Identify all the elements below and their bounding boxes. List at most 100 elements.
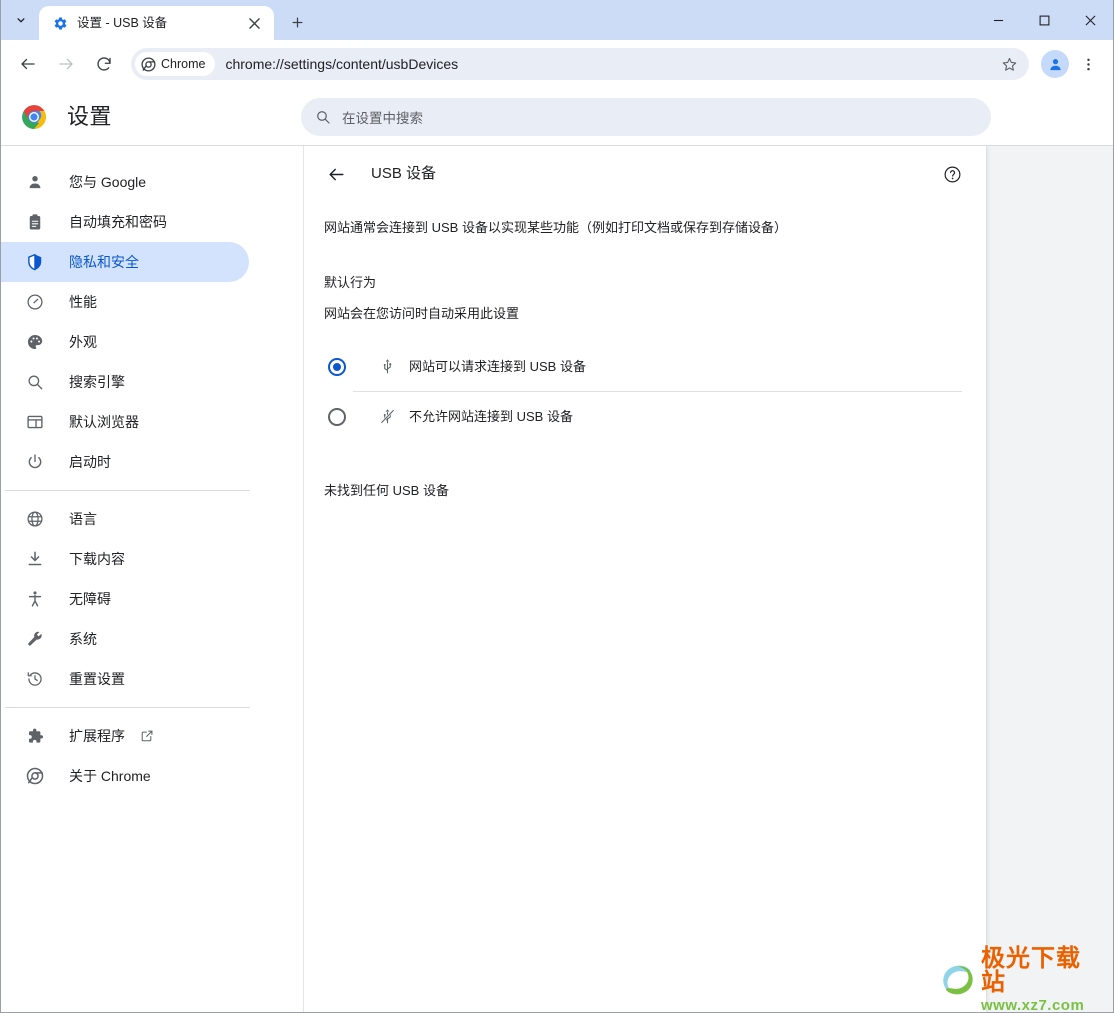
sidebar-item-performance[interactable]: 性能 xyxy=(1,282,249,322)
reload-icon xyxy=(97,57,111,71)
palette-icon xyxy=(25,332,45,352)
search-icon xyxy=(317,111,330,124)
sidebar-item-languages[interactable]: 语言 xyxy=(1,499,249,539)
sidebar-item-label: 扩展程序 xyxy=(69,728,125,744)
clipboard-icon xyxy=(25,212,45,232)
three-dot-menu-icon xyxy=(1086,58,1090,70)
sidebar-item-label: 重置设置 xyxy=(69,671,125,687)
sidebar-item-label: 默认浏览器 xyxy=(69,414,139,430)
globe-icon xyxy=(25,509,45,529)
sidebar-item-label: 搜索引擎 xyxy=(69,374,125,390)
sidebar-item-about-chrome[interactable]: 关于 Chrome xyxy=(1,756,249,796)
default-behavior-radio-group: 网站可以请求连接到 USB 设备 不允许网站连接到 USB 设备 xyxy=(304,342,986,441)
address-bar-url: chrome://settings/content/usbDevices xyxy=(225,56,459,72)
sidebar-item-you-and-google[interactable]: 您与 Google xyxy=(1,162,249,202)
chrome-logo-icon xyxy=(21,104,47,130)
arrow-right-icon xyxy=(59,58,73,70)
default-behavior-title: 默认行为 xyxy=(324,275,377,290)
sidebar-item-label: 下载内容 xyxy=(69,551,125,567)
sidebar-item-accessibility[interactable]: 无障碍 xyxy=(1,579,249,619)
sidebar-item-label: 启动时 xyxy=(69,454,111,470)
maximize-icon xyxy=(1039,15,1049,25)
history-restore-icon xyxy=(25,669,45,689)
window-maximize-button[interactable] xyxy=(1021,0,1067,40)
sidebar-item-privacy-and-security[interactable]: 隐私和安全 xyxy=(1,242,249,282)
sidebar-divider xyxy=(5,490,250,491)
power-icon xyxy=(25,452,45,472)
sidebar-item-label: 隐私和安全 xyxy=(69,254,139,270)
chrome-logo-icon xyxy=(141,56,156,72)
subpage-header: USB 设备 xyxy=(304,146,986,202)
sidebar-item-label: 外观 xyxy=(69,334,97,350)
download-icon xyxy=(25,549,45,569)
usb-description-text: 网站通常会连接到 USB 设备以实现某些功能（例如打印文档或保存到存储设备） xyxy=(324,220,787,235)
page-title: 设置 xyxy=(67,104,112,129)
back-button[interactable] xyxy=(12,48,44,80)
sidebar-item-search-engine[interactable]: 搜索引擎 xyxy=(1,362,249,402)
plus-icon xyxy=(292,17,302,27)
sidebar-item-autofill[interactable]: 自动填充和密码 xyxy=(1,202,249,242)
arrow-left-icon xyxy=(328,168,344,180)
usb-empty-state-text: 未找到任何 USB 设备 xyxy=(324,483,449,498)
tab-close-button[interactable] xyxy=(244,13,264,33)
chevron-down-icon xyxy=(17,18,25,23)
sidebar-item-label: 系统 xyxy=(69,631,97,647)
chrome-origin-chip: Chrome xyxy=(135,52,216,76)
radio-option-block-connect[interactable]: 不允许网站连接到 USB 设备 xyxy=(304,392,986,441)
sidebar-item-appearance[interactable]: 外观 xyxy=(1,322,249,362)
settings-header: 设置 在设置中搜索 xyxy=(1,89,1113,145)
radio-option-ask-to-connect[interactable]: 网站可以请求连接到 USB 设备 xyxy=(304,342,986,391)
search-icon xyxy=(25,372,45,392)
usb-off-icon xyxy=(377,407,397,427)
window-minimize-button[interactable] xyxy=(975,0,1021,40)
sidebar-item-system[interactable]: 系统 xyxy=(1,619,249,659)
address-bar[interactable]: Chrome chrome://settings/content/usbDevi… xyxy=(131,48,1029,80)
radio-option-label: 不允许网站连接到 USB 设备 xyxy=(409,408,573,424)
sidebar-item-downloads[interactable]: 下载内容 xyxy=(1,539,249,579)
sidebar-item-label: 您与 Google xyxy=(69,174,147,190)
close-icon xyxy=(1085,15,1095,25)
browser-toolbar: Chrome chrome://settings/content/usbDevi… xyxy=(1,40,1113,88)
person-icon xyxy=(1049,58,1061,70)
sidebar-item-reset-settings[interactable]: 重置设置 xyxy=(1,659,249,699)
puzzle-icon xyxy=(25,726,45,746)
subpage-back-button[interactable] xyxy=(320,158,352,190)
sidebar-item-default-browser[interactable]: 默认浏览器 xyxy=(1,402,249,442)
wrench-icon xyxy=(25,629,45,649)
radio-indicator xyxy=(328,357,346,376)
sidebar-item-on-startup[interactable]: 启动时 xyxy=(1,442,249,482)
bookmark-star-icon[interactable] xyxy=(995,50,1023,78)
content-scroll-area: USB 设备 网站通常会连接到 USB 设备以实现某些功能（例如打印文档或保存到… xyxy=(304,146,1113,1012)
open-in-new-icon xyxy=(139,728,155,744)
settings-search-input[interactable]: 在设置中搜索 xyxy=(301,98,991,136)
sidebar-item-label: 关于 Chrome xyxy=(69,768,151,784)
chrome-logo-icon xyxy=(25,766,45,786)
subpage-title: USB 设备 xyxy=(371,165,437,182)
speedometer-icon xyxy=(25,292,45,312)
person-icon xyxy=(25,172,45,192)
usb-devices-settings-card: USB 设备 网站通常会连接到 USB 设备以实现某些功能（例如打印文档或保存到… xyxy=(304,146,986,1012)
browser-menu-button[interactable] xyxy=(1073,49,1103,79)
window-controls xyxy=(975,0,1113,40)
forward-button[interactable] xyxy=(50,48,82,80)
settings-body: 您与 Google 自动填充和密码 隐私和安全 性能 外观 搜索引擎 默认浏览器… xyxy=(1,145,1113,1012)
radio-dot xyxy=(333,362,341,371)
usb-icon xyxy=(377,357,397,377)
sidebar-item-extensions[interactable]: 扩展程序 xyxy=(1,716,249,756)
tab-title: 设置 - USB 设备 xyxy=(77,16,168,30)
chrome-chip-label: Chrome xyxy=(161,57,206,71)
arrow-left-icon xyxy=(21,58,35,70)
tab-search-button[interactable] xyxy=(7,6,35,34)
sidebar-divider xyxy=(5,707,250,708)
help-circle-icon[interactable] xyxy=(938,160,966,188)
new-tab-button[interactable] xyxy=(283,8,311,36)
sidebar-item-label: 无障碍 xyxy=(69,591,111,607)
settings-search-placeholder: 在设置中搜索 xyxy=(342,111,423,126)
reload-button[interactable] xyxy=(88,48,120,80)
window-close-button[interactable] xyxy=(1067,0,1113,40)
tab-strip: 设置 - USB 设备 xyxy=(1,0,1113,40)
gear-icon xyxy=(52,15,68,31)
profile-avatar-button[interactable] xyxy=(1041,50,1069,78)
browser-tab[interactable]: 设置 - USB 设备 xyxy=(39,6,274,40)
radio-option-label: 网站可以请求连接到 USB 设备 xyxy=(409,358,586,374)
